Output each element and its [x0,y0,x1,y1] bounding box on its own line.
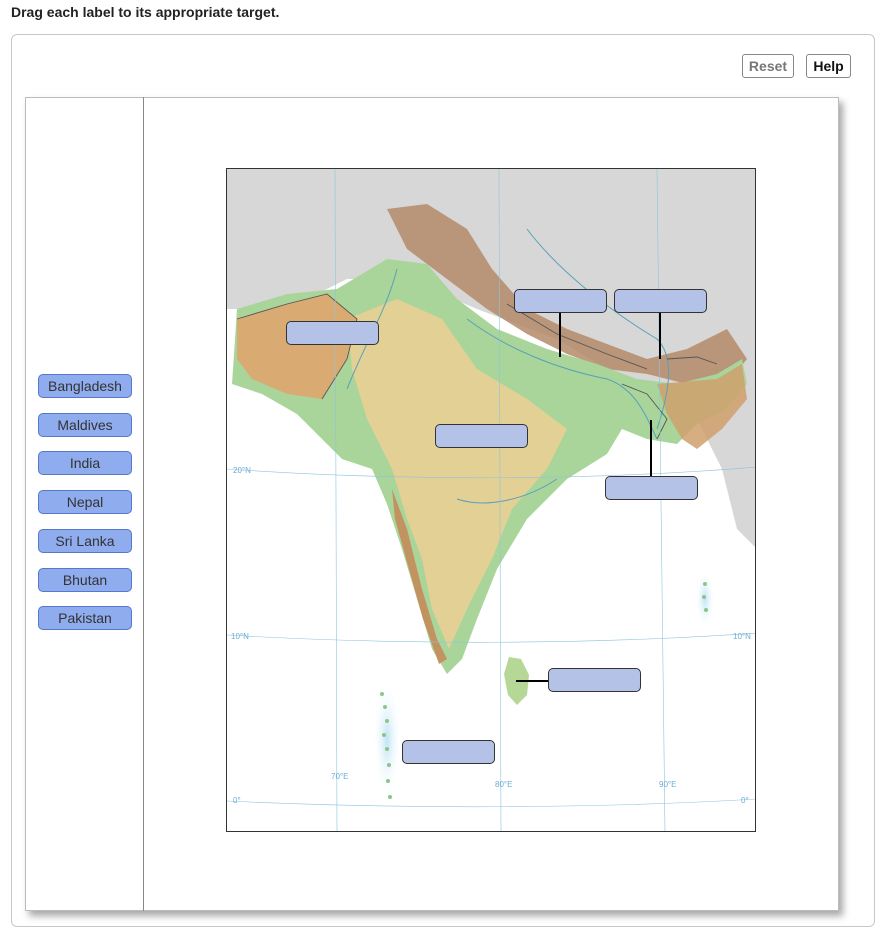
drop-target-center[interactable] [435,424,528,448]
label-chip-bhutan[interactable]: Bhutan [38,568,132,592]
lat-label-10n-west: 10°N [231,632,249,641]
drop-target-north-2[interactable] [614,289,707,313]
label-bank-divider [143,97,144,911]
south-asia-map: 20°N 10°N 10°N 0° 0° 70°E 80°E 90°E [226,168,756,832]
label-chip-pakistan[interactable]: Pakistan [38,606,132,630]
drop-target-island-southwest[interactable] [402,740,495,764]
map-image: 20°N 10°N 10°N 0° 0° 70°E 80°E 90°E [227,169,755,831]
andaman-shelf [695,569,715,629]
lon-label-90e: 90°E [659,780,676,789]
label-chip-maldives[interactable]: Maldives [38,413,132,437]
lon-label-80e: 80°E [495,780,512,789]
leader-line-bangladesh-target [650,420,652,476]
drop-target-west[interactable] [286,321,379,345]
label-chip-bangladesh[interactable]: Bangladesh [38,374,132,398]
help-button[interactable]: Help [806,54,851,78]
leader-line-bhutan-target [659,312,661,359]
lat-label-0-east: 0° [741,796,749,805]
leader-line-nepal-target [559,312,561,357]
drop-target-east[interactable] [605,476,698,500]
instruction-text: Drag each label to its appropriate targe… [11,4,280,20]
label-chip-nepal[interactable]: Nepal [38,490,132,514]
lon-label-70e: 70°E [331,772,348,781]
lat-label-20n: 20°N [233,466,251,475]
label-chip-sri-lanka[interactable]: Sri Lanka [38,529,132,553]
label-chip-india[interactable]: India [38,451,132,475]
lat-label-10n-east: 10°N [733,632,751,641]
lat-label-0-west: 0° [233,796,241,805]
drop-target-island-southeast[interactable] [548,668,641,692]
leader-line-sri-lanka-target [516,680,548,682]
drop-target-north-1[interactable] [514,289,607,313]
reset-button[interactable]: Reset [742,54,794,78]
